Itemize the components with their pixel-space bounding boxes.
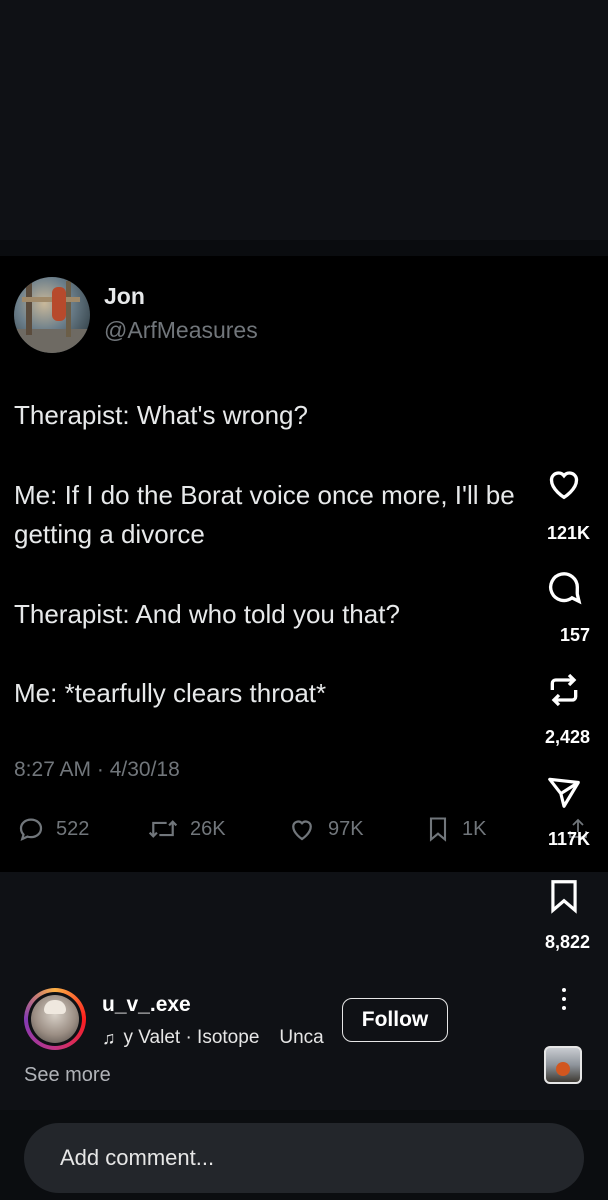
comment-placeholder: Add comment... xyxy=(60,1145,215,1170)
tweet-retweet-stat: 26K xyxy=(146,812,226,846)
see-more-link[interactable]: See more xyxy=(24,1064,111,1087)
tweet-text-line: Me: *tearfully clears throat* xyxy=(14,678,327,708)
tweet-text-line: Therapist: What's wrong? xyxy=(14,400,308,430)
tweet-author-name: Jon xyxy=(104,283,145,309)
share-count: 117K xyxy=(547,829,590,849)
tweet-text-line: getting a divorce xyxy=(14,519,205,549)
save-button[interactable] xyxy=(542,874,586,918)
send-icon xyxy=(548,777,580,808)
tweet-timestamp: 8:27 AM · 4/30/18 xyxy=(14,758,180,781)
reply-count: 522 xyxy=(56,817,90,840)
bookmark-icon xyxy=(551,880,577,914)
heart-icon xyxy=(549,471,579,500)
more-vertical-icon[interactable] xyxy=(552,986,576,1012)
music-title: y Valet · Isotope xyxy=(123,1027,260,1048)
like-count: 121K xyxy=(546,523,590,543)
music-thumbnail[interactable] xyxy=(544,1046,582,1084)
tweet-text-line: Me: If I do the Borat voice once more, I… xyxy=(14,480,515,510)
bookmark-icon xyxy=(429,817,447,842)
bookmark-count: 1K xyxy=(462,817,487,840)
like-count: 97K xyxy=(328,817,364,840)
video-top-area[interactable] xyxy=(0,0,608,240)
tweet-reply-stat: 522 xyxy=(16,812,89,846)
comment-button[interactable] xyxy=(542,566,586,610)
tweet-text-line: Therapist: And who told you that? xyxy=(14,599,400,629)
music-info[interactable]: ♫ y Valet · Isotope Unca xyxy=(102,1025,327,1051)
divider-band xyxy=(0,240,608,256)
retweet-icon xyxy=(148,820,178,838)
follow-button[interactable]: Follow xyxy=(342,998,448,1042)
reel-username[interactable]: u_v_.exe xyxy=(102,993,191,1017)
comment-input[interactable]: Add comment... xyxy=(24,1123,584,1193)
like-icon xyxy=(292,820,312,841)
save-count: 8,822 xyxy=(544,932,590,952)
like-button[interactable] xyxy=(542,462,586,506)
share-button[interactable] xyxy=(542,770,586,814)
comment-count: 157 xyxy=(559,625,590,645)
music-note-icon: ♫ xyxy=(102,1027,116,1048)
repost-button[interactable] xyxy=(542,668,586,712)
music-extra: Unca xyxy=(279,1027,324,1048)
repost-count: 2,428 xyxy=(544,727,590,747)
reply-icon xyxy=(19,818,43,842)
tweet-author-avatar xyxy=(14,277,90,353)
avatar[interactable] xyxy=(28,992,82,1046)
retweet-count: 26K xyxy=(190,817,226,840)
repost-icon xyxy=(550,673,578,707)
speech-bubble-icon xyxy=(549,572,582,605)
tweet-author-handle: @ArfMeasures xyxy=(104,317,258,343)
tweet-like-stat: 97K xyxy=(286,812,364,846)
tweet-bookmark-stat: 1K xyxy=(424,812,486,846)
